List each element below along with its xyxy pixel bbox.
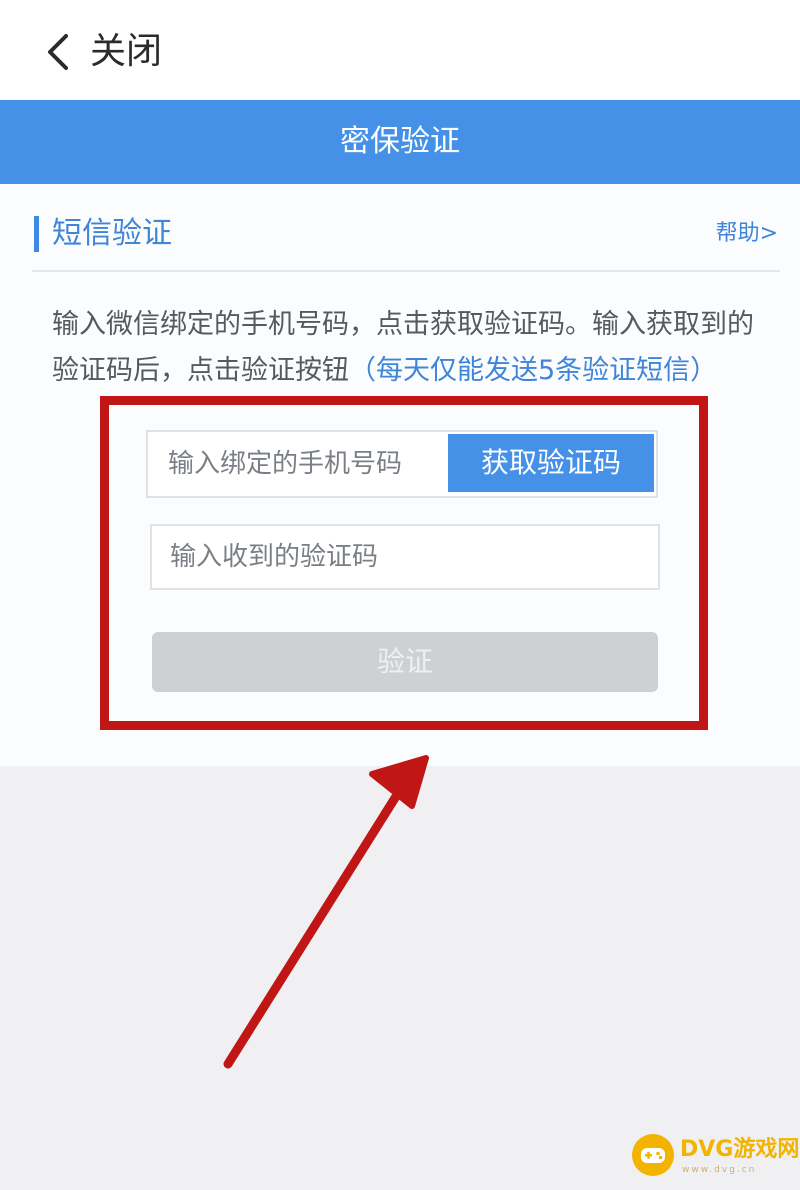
section-title: 短信验证: [52, 216, 172, 251]
code-input[interactable]: [150, 524, 660, 590]
gamepad-icon: [632, 1134, 674, 1176]
main-content: 短信验证 帮助> 输入微信绑定的手机号码，点击获取验证码。输入获取到的验证码后，…: [0, 184, 800, 766]
get-code-button[interactable]: 获取验证码: [448, 434, 654, 492]
instructions-text: 输入微信绑定的手机号码，点击获取验证码。输入获取到的验证码后，点击验证按钮（每天…: [52, 302, 762, 394]
divider: [32, 270, 780, 272]
phone-input[interactable]: [148, 432, 448, 496]
help-link[interactable]: 帮助>: [716, 218, 778, 250]
top-bar: 关闭: [0, 0, 800, 100]
instructions-note: （每天仅能发送5条验证短信）: [349, 355, 718, 386]
phone-row: 获取验证码: [146, 430, 658, 498]
close-button[interactable]: 关闭: [90, 28, 162, 76]
watermark-subtext: www.dvg.cn: [682, 1165, 757, 1175]
verify-button[interactable]: 验证: [152, 632, 658, 692]
chevron-left-icon[interactable]: [44, 32, 74, 72]
page-title: 密保验证: [0, 100, 800, 184]
section-accent-bar: [34, 216, 39, 252]
watermark: DVG游戏网 www.dvg.cn: [632, 1128, 799, 1182]
watermark-text: DVG游戏网: [680, 1137, 800, 1162]
